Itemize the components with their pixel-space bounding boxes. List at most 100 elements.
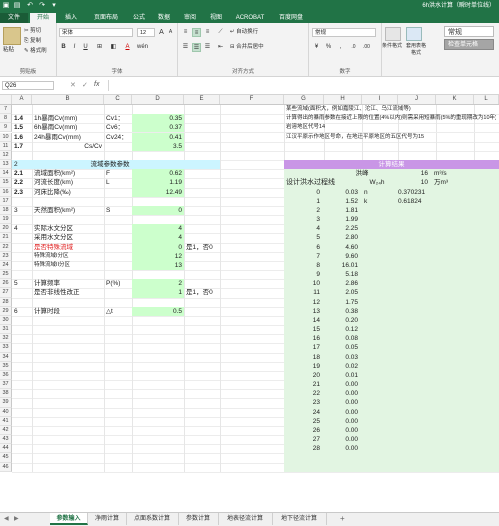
cell-b[interactable]: 计算频率 (34, 279, 102, 288)
cell-a[interactable] (14, 233, 30, 242)
row-header[interactable]: 22 (0, 242, 12, 252)
cell-b[interactable]: 河流长度(km) (34, 178, 102, 187)
cell-c[interactable] (106, 142, 130, 151)
sheet-next-icon[interactable]: ▶ (14, 515, 19, 522)
col-header-i[interactable]: I (362, 95, 398, 104)
cell-b[interactable]: 是否特殊流域 (34, 243, 102, 252)
cell-b[interactable]: 是否非线性改正 (34, 288, 102, 297)
border-icon[interactable]: ⊞ (95, 43, 104, 52)
row-header[interactable]: 10 (0, 132, 12, 142)
cell-d[interactable]: 0.41 (134, 133, 182, 142)
cell-a[interactable]: 3 (14, 206, 30, 215)
cell-d[interactable]: 0 (134, 206, 182, 215)
font-size-select[interactable]: 12 (137, 28, 155, 37)
tab-page-layout[interactable]: 页面布局 (86, 13, 126, 23)
cell-a[interactable]: 2.2 (14, 178, 30, 187)
cell-a[interactable]: 5 (14, 279, 30, 288)
row-header[interactable]: 25 (0, 270, 12, 280)
cell-c[interactable] (106, 224, 130, 233)
row-header[interactable]: 32 (0, 334, 12, 344)
comma-icon[interactable]: , (336, 43, 345, 52)
currency-icon[interactable]: ¥ (312, 43, 321, 52)
cell-a[interactable] (14, 105, 30, 114)
cell-d[interactable]: 4 (134, 224, 182, 233)
row-header[interactable]: 7 (0, 105, 12, 115)
cell-c[interactable]: Cv1： (106, 114, 130, 123)
cell-c[interactable]: P(%) (106, 279, 130, 288)
copy-button[interactable]: ⎘ 复制 (24, 38, 41, 45)
tab-formulas[interactable]: 公式 (128, 13, 150, 23)
cut-button[interactable]: ✂ 剪切 (24, 28, 41, 35)
cell-b[interactable]: 实际水文分区 (34, 224, 102, 233)
row-header[interactable]: 19 (0, 215, 12, 225)
undo-icon[interactable]: ↶ (26, 2, 34, 10)
align-right-icon[interactable]: ☰ (203, 43, 212, 52)
row-header[interactable]: 44 (0, 444, 12, 454)
cancel-icon[interactable]: ✕ (70, 81, 76, 89)
row-header[interactable]: 30 (0, 315, 12, 326)
cell-d[interactable]: 4 (134, 233, 182, 242)
decrease-decimal-icon[interactable]: .00 (362, 43, 371, 52)
font-grow-icon[interactable]: A (157, 28, 166, 37)
font-name-select[interactable]: 宋体 (59, 28, 133, 37)
orientation-icon[interactable]: ⟋ (216, 28, 225, 37)
cell-b[interactable]: 河床比降(‰) (34, 188, 102, 197)
col-header-d[interactable]: D (132, 95, 184, 104)
cell-d[interactable]: 0.35 (134, 114, 182, 123)
redo-icon[interactable]: ↷ (38, 2, 46, 10)
sheet-tab-ground-runoff[interactable]: 地下径流计算 (272, 513, 327, 525)
cell-a[interactable] (14, 252, 30, 261)
row-header[interactable]: 33 (0, 343, 12, 353)
cell-c[interactable]: Cv6： (106, 123, 130, 132)
row-header[interactable]: 39 (0, 398, 12, 408)
col-header-g[interactable]: G (284, 95, 324, 104)
fill-color-icon[interactable]: ◧ (109, 43, 118, 52)
conditional-format-button[interactable]: 条件格式 (382, 43, 402, 50)
style-check-cell[interactable]: 检查单元格 (444, 39, 494, 50)
percent-icon[interactable]: % (324, 43, 333, 52)
cell-a[interactable]: 1.5 (14, 123, 30, 132)
tab-file[interactable]: 文件 (0, 13, 28, 23)
sheet-tab-param-input[interactable]: 参数输入 (50, 513, 88, 525)
cell-d[interactable]: 1 (134, 288, 182, 297)
align-middle-icon[interactable]: ≡ (192, 28, 201, 37)
cell-d[interactable]: 0 (134, 243, 182, 252)
cell-d[interactable]: 12.49 (134, 188, 182, 197)
col-header-h[interactable]: H (324, 95, 362, 104)
cell-b[interactable]: 24h暴雨Cv(mm) (34, 133, 102, 142)
cell-c[interactable]: S (106, 206, 130, 215)
align-top-icon[interactable]: ≡ (181, 28, 190, 37)
font-shrink-icon[interactable]: A (166, 28, 175, 37)
row-header[interactable]: 34 (0, 352, 12, 362)
row-header[interactable]: 45 (0, 453, 12, 463)
row-header[interactable]: 42 (0, 425, 12, 436)
indent-icon[interactable]: ⇤ (216, 43, 225, 52)
add-sheet-icon[interactable]: + (340, 514, 345, 523)
tab-insert[interactable]: 插入 (58, 13, 84, 23)
fx-icon[interactable]: fx (94, 81, 99, 88)
tab-view[interactable]: 视图 (204, 13, 228, 23)
row-header[interactable]: 15 (0, 178, 12, 188)
enter-icon[interactable]: ✓ (82, 81, 88, 89)
phonetic-icon[interactable]: wén (137, 43, 148, 52)
row-header[interactable]: 24 (0, 260, 12, 271)
cell-b[interactable]: 特殊流域I分区 (34, 252, 102, 261)
cell-a[interactable] (14, 261, 30, 270)
cell-d[interactable]: 2 (134, 279, 182, 288)
col-header-e[interactable]: E (184, 95, 220, 104)
cell-c[interactable] (106, 261, 130, 270)
row-header[interactable]: 36 (0, 370, 12, 381)
col-header-l[interactable]: L (474, 95, 499, 104)
col-header-c[interactable]: C (104, 95, 132, 104)
tab-data[interactable]: 数据 (152, 13, 176, 23)
font-color-icon[interactable]: A (123, 43, 132, 52)
cell-e[interactable]: 是1，否0 (186, 288, 218, 297)
sheet-tab-param-calc[interactable]: 参数计算 (178, 513, 219, 525)
col-header-j[interactable]: J (398, 95, 436, 104)
cell-b[interactable]: 流域参数参数 (34, 160, 186, 169)
cell-a[interactable]: 6 (14, 307, 30, 316)
cell-a[interactable]: 4 (14, 224, 30, 233)
col-header-a[interactable]: A (12, 95, 32, 104)
worksheet-grid[interactable]: A B C D E F G H I J K L 7 8 1.4 1h暴雨Cv(mm) C… (0, 95, 499, 512)
row-header[interactable]: 27 (0, 288, 12, 298)
